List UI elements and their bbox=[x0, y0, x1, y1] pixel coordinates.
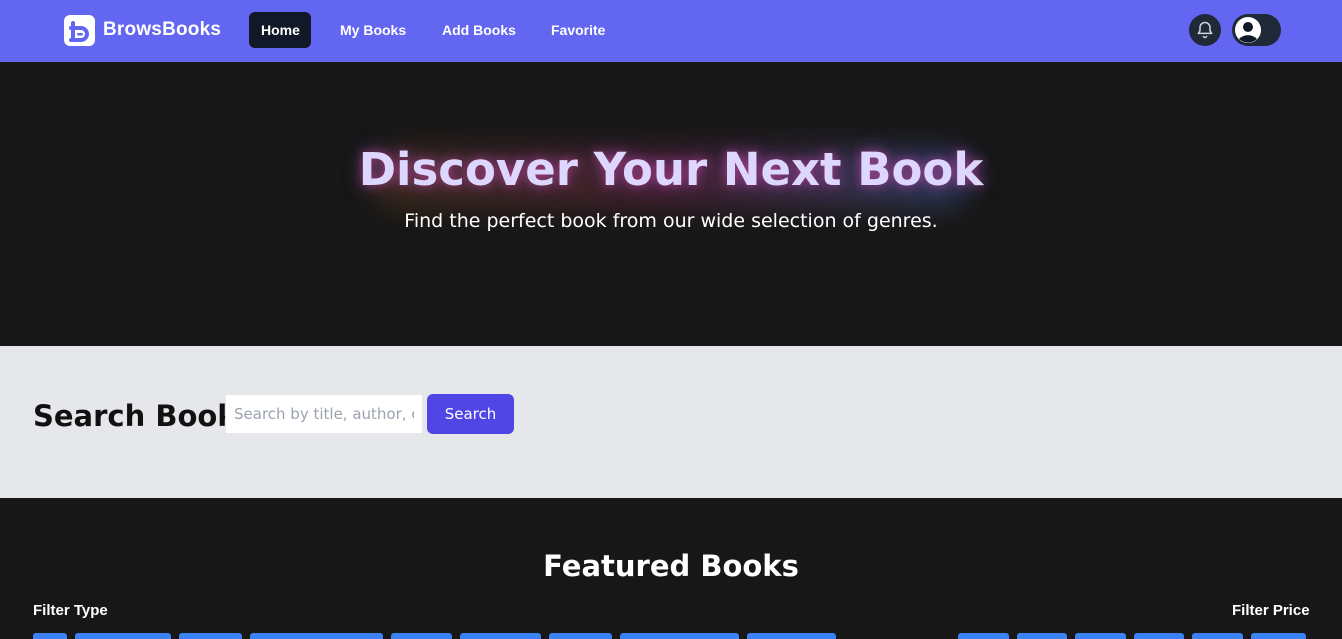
nav-link-add-books[interactable]: Add Books bbox=[430, 12, 528, 48]
nav-link-favorite[interactable]: Favorite bbox=[539, 12, 617, 48]
user-menu-button[interactable] bbox=[1232, 14, 1281, 46]
filter-type-chip[interactable] bbox=[747, 633, 836, 639]
featured-title: Featured Books bbox=[543, 549, 799, 583]
search-section: Search Books Search bbox=[0, 346, 1342, 498]
filter-price-chip[interactable] bbox=[958, 633, 1009, 639]
brand-logo-icon bbox=[64, 14, 95, 46]
search-input[interactable] bbox=[225, 394, 423, 434]
filter-price-chip[interactable] bbox=[1192, 633, 1243, 639]
filter-price-chip[interactable] bbox=[1134, 633, 1184, 639]
filter-type-chip[interactable] bbox=[460, 633, 541, 639]
filter-price-chip[interactable] bbox=[1075, 633, 1126, 639]
hero-section: Discover Your Next Book Find the perfect… bbox=[0, 62, 1342, 346]
brand-name: BrowsBooks bbox=[103, 19, 222, 40]
navbar: BrowsBooks Home My Books Add Books Favor… bbox=[0, 0, 1342, 62]
user-avatar-icon bbox=[1235, 17, 1261, 43]
brand[interactable]: BrowsBooks bbox=[64, 14, 221, 46]
filter-type-chip[interactable] bbox=[33, 633, 67, 639]
bell-icon bbox=[1197, 21, 1213, 39]
filter-type-chip[interactable] bbox=[620, 633, 739, 639]
filter-type-chip[interactable] bbox=[250, 633, 383, 639]
filter-type-chip[interactable] bbox=[549, 633, 612, 639]
nav-link-my-books[interactable]: My Books bbox=[328, 12, 418, 48]
filter-type-label: Filter Type bbox=[33, 602, 108, 619]
filter-type-chip[interactable] bbox=[75, 633, 171, 639]
search-button[interactable]: Search bbox=[427, 394, 514, 434]
filter-price-label: Filter Price bbox=[1232, 602, 1310, 619]
hero-title: Discover Your Next Book bbox=[358, 143, 984, 196]
featured-section: Featured Books Filter Type Filter Price bbox=[0, 498, 1342, 639]
hero-subtitle: Find the perfect book from our wide sele… bbox=[404, 210, 938, 232]
notifications-button[interactable] bbox=[1189, 14, 1221, 46]
filter-price-chip[interactable] bbox=[1251, 633, 1306, 639]
search-heading: Search Books bbox=[33, 399, 254, 433]
filter-type-chip[interactable] bbox=[391, 633, 452, 639]
nav-link-home[interactable]: Home bbox=[249, 12, 311, 48]
filter-price-chip[interactable] bbox=[1017, 633, 1067, 639]
filter-type-chip[interactable] bbox=[179, 633, 242, 639]
